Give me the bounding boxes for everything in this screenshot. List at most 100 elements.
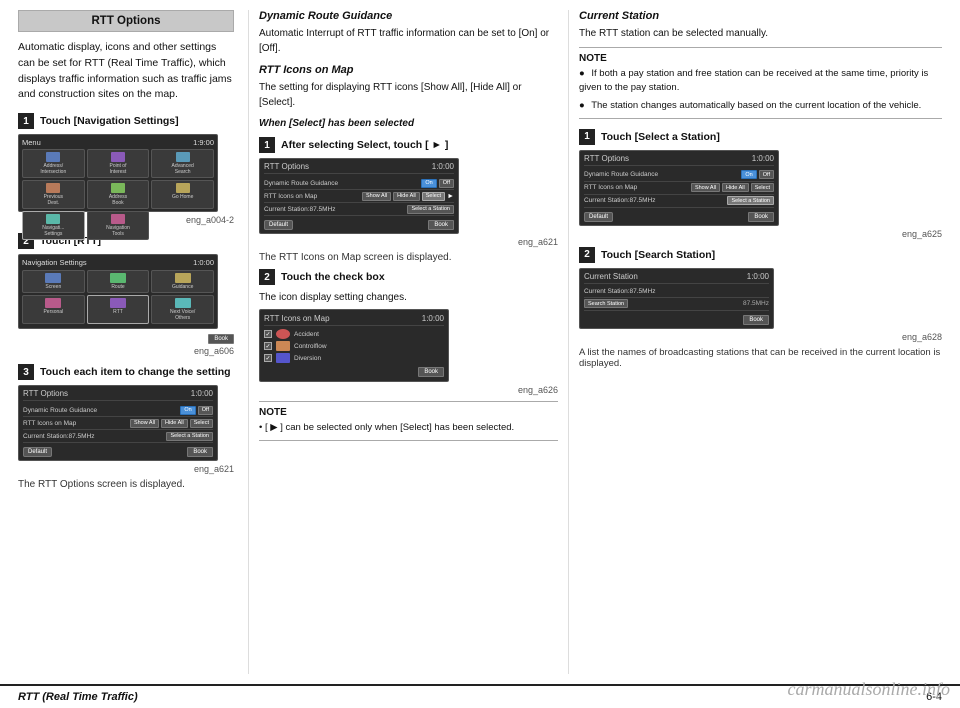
rtt-current-station-label: Current Station:87.5MHz xyxy=(23,433,95,440)
nav-btn-tools[interactable]: NavigationTools xyxy=(87,211,150,240)
nav-btn-advanced[interactable]: AdvancedSearch xyxy=(151,149,214,178)
search-station-label: Current Station:87.5MHz xyxy=(584,288,656,295)
rtt-screen-title-mid: RTT Options xyxy=(264,162,309,171)
rtt-icons-map-title: RTT Icons on Map xyxy=(259,64,558,76)
checkbox-screen-title: RTT Icons on Map xyxy=(264,314,330,323)
right-screen-title: RTT Options xyxy=(584,154,629,163)
right-step2-label: Touch [Search Station] xyxy=(601,249,715,261)
rtt-screen-time-left: 1:0:00 xyxy=(191,389,213,398)
nav-btn-address[interactable]: Address/Intersection xyxy=(22,149,85,178)
mid-select-station-btn[interactable]: Select a Station xyxy=(407,205,454,214)
watermark-text: carmanualsonline.info xyxy=(788,679,951,699)
right-step2-book-btn[interactable]: Book xyxy=(743,315,769,325)
mid-step1-label: After selecting Select, touch [ ► ] xyxy=(281,139,448,151)
check-accident[interactable] xyxy=(264,330,272,338)
right-select-btn[interactable]: Select xyxy=(751,183,774,192)
mid-on-btn[interactable]: On xyxy=(421,179,436,188)
step1-heading: 1 Touch [Navigation Settings] xyxy=(18,113,234,129)
footer-left-text: RTT (Real Time Traffic) xyxy=(18,691,138,703)
nav-settings-screen: Navigation Settings 1:0:00 Screen Route … xyxy=(18,254,218,329)
mid-icons-label: RTT Icons on Map xyxy=(264,193,317,200)
right-dynamic-label: Dynamic Route Guidance xyxy=(584,171,658,178)
rtt-options-title: RTT Options xyxy=(92,15,161,27)
right-step1-label: Touch [Select a Station] xyxy=(601,131,720,143)
mid-step1-heading: 1 After selecting Select, touch [ ► ] xyxy=(259,137,558,153)
search-station-screen: Current Station 1:0:00 Current Station:8… xyxy=(579,268,774,329)
right-note-bullet2-text: The station changes automatically based … xyxy=(591,100,921,111)
nav-btn-settings[interactable]: Navigati...Settings xyxy=(22,211,85,240)
step3-book-btn[interactable]: Book xyxy=(187,447,213,457)
left-column: RTT Options Automatic display, icons and… xyxy=(18,10,248,674)
navsettings-personal-btn[interactable]: Personal xyxy=(22,295,85,324)
when-selected-label: When [Select] has been selected xyxy=(259,118,558,129)
mid-step2-heading: 2 Touch the check box xyxy=(259,269,558,285)
step2-book-btn[interactable]: Book xyxy=(208,334,234,344)
rtt-options-screen-mid: RTT Options 1:0:00 Dynamic Route Guidanc… xyxy=(259,158,459,234)
navsettings-screen-btn[interactable]: Screen xyxy=(22,270,85,293)
right-step1-caption: eng_a625 xyxy=(579,229,942,239)
mid-off-btn[interactable]: Off xyxy=(439,179,454,188)
nav-btn-book[interactable]: AddressBook xyxy=(87,180,150,209)
step3-label: Touch each item to change the setting xyxy=(40,366,231,378)
watermark: carmanualsonline.info xyxy=(788,679,951,700)
nav-btn-home[interactable]: Go Home xyxy=(151,180,214,209)
check-row-diversion: Diversion xyxy=(264,353,444,363)
rtt-show-all-btn[interactable]: Show All xyxy=(130,419,159,428)
rtt-default-btn[interactable]: Default xyxy=(23,447,52,457)
right-off-btn[interactable]: Off xyxy=(759,170,774,179)
step3-number: 3 xyxy=(18,364,34,380)
mid-step1-number: 1 xyxy=(259,137,275,153)
rtt-hide-all-btn[interactable]: Hide All xyxy=(161,419,188,428)
navsettings-rtt-btn[interactable]: RTT xyxy=(87,295,150,324)
mid-step1-caption: eng_a621 xyxy=(259,237,558,247)
navsettings-voice-btn[interactable]: Next Voice/Others xyxy=(151,295,214,324)
right-step2-heading: 2 Touch [Search Station] xyxy=(579,247,942,263)
bullet2-dot: ● xyxy=(579,100,585,111)
mid-step1-book-btn[interactable]: Book xyxy=(428,220,454,230)
navsettings-guidance-btn[interactable]: Guidance xyxy=(151,270,214,293)
right-hide-all-btn[interactable]: Hide All xyxy=(722,183,749,192)
mid-station-label: Current Station:87.5MHz xyxy=(264,206,336,213)
mid-arrow-right[interactable]: ► xyxy=(447,193,454,200)
mid-bottom-caption: The RTT Icons on Map screen is displayed… xyxy=(259,252,558,263)
step2-caption: eng_a606 xyxy=(18,346,234,356)
right-step2-caption: eng_a628 xyxy=(579,332,942,342)
search-station-btn[interactable]: Search Station xyxy=(584,299,628,308)
right-on-btn[interactable]: On xyxy=(741,170,756,179)
rtt-options-header: RTT Options xyxy=(18,10,234,32)
mid-step2-book-btn[interactable]: Book xyxy=(418,367,444,377)
nav-btn-poi[interactable]: Point ofInterest xyxy=(87,149,150,178)
check-controlflow[interactable] xyxy=(264,342,272,350)
right-column: Current Station The RTT station can be s… xyxy=(568,10,942,674)
rtt-icons-map-text: The setting for displaying RTT icons [Sh… xyxy=(259,80,558,110)
check-diversion[interactable] xyxy=(264,354,272,362)
right-show-all-btn[interactable]: Show All xyxy=(691,183,720,192)
nav-menu-screen: Menu 1:9:00 Address/Intersection Point o… xyxy=(18,134,218,212)
mid-note-text: • [ ▶ ] can be selected only when [Selec… xyxy=(259,421,558,435)
content-area: RTT Options Automatic display, icons and… xyxy=(0,0,960,684)
nav-btn-prev[interactable]: PreviousDest. xyxy=(22,180,85,209)
mid-hide-all-btn[interactable]: Hide All xyxy=(393,192,420,201)
rtt-screen-title-left: RTT Options xyxy=(23,389,68,398)
mid-note-title: NOTE xyxy=(259,407,558,418)
rtt-select-btn[interactable]: Select xyxy=(190,419,213,428)
rtt-on-btn[interactable]: On xyxy=(180,406,195,415)
rtt-select-station-btn[interactable]: Select a Station xyxy=(166,432,213,441)
rtt-icons-label: RTT Icons on Map xyxy=(23,420,76,427)
right-default-btn[interactable]: Default xyxy=(584,212,613,222)
mid-show-all-btn[interactable]: Show All xyxy=(362,192,391,201)
mid-select-btn[interactable]: Select xyxy=(422,192,445,201)
check-row-accident: Accident xyxy=(264,329,444,339)
right-select-station-btn[interactable]: Select a Station xyxy=(727,196,774,205)
right-step2-number: 2 xyxy=(579,247,595,263)
checkbox-screen: RTT Icons on Map 1:0:00 Accident Control… xyxy=(259,309,449,382)
right-step1-book-btn[interactable]: Book xyxy=(748,212,774,222)
rtt-off-btn[interactable]: Off xyxy=(198,406,213,415)
search-station-value: 87.5MHz xyxy=(743,300,769,307)
mid-step2-label: Touch the check box xyxy=(281,271,385,283)
right-bottom-caption: A list the names of broadcasting station… xyxy=(579,347,942,369)
navsettings-route-btn[interactable]: Route xyxy=(87,270,150,293)
mid-default-btn[interactable]: Default xyxy=(264,220,293,230)
nav-menu-title: Menu xyxy=(22,138,41,147)
step3-heading: 3 Touch each item to change the setting xyxy=(18,364,234,380)
